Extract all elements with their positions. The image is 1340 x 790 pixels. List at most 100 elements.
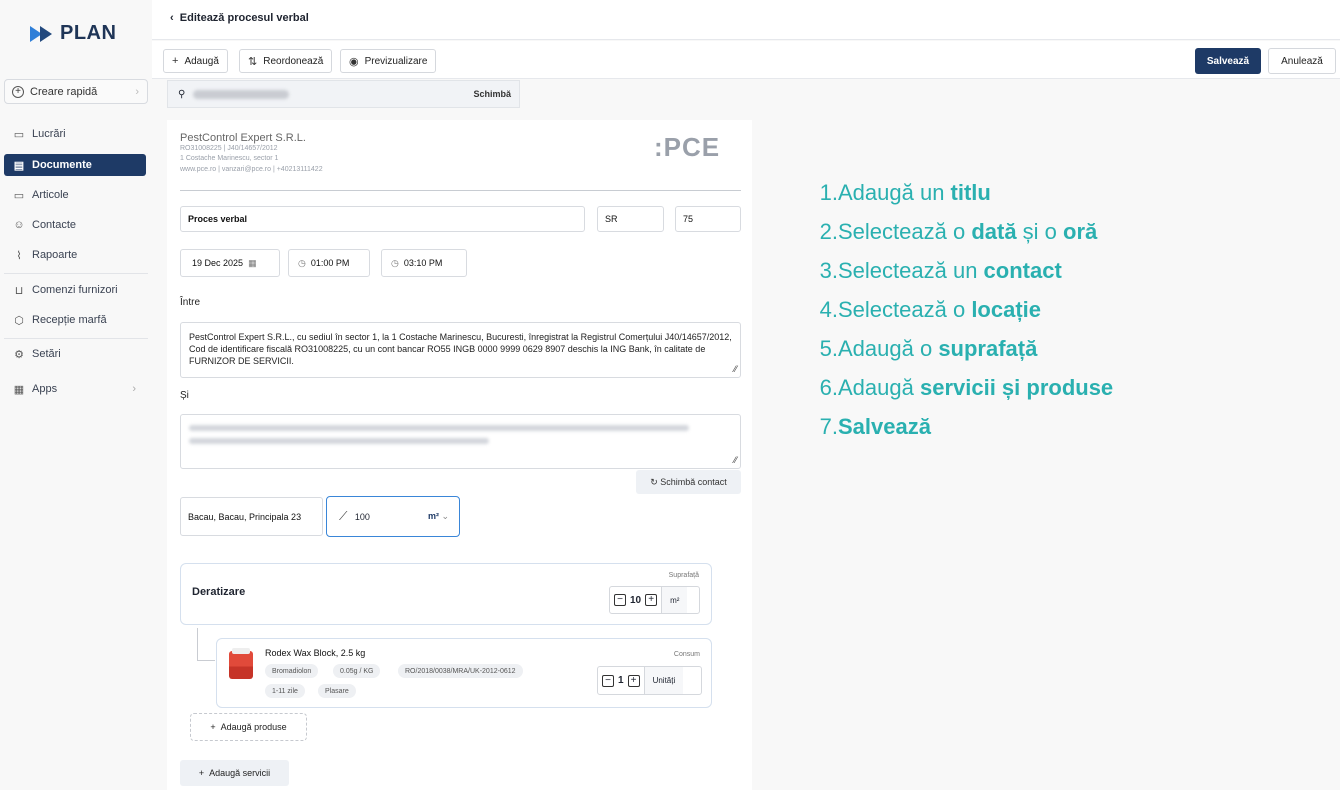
party1-text: PestControl Expert S.R.L., cu sediul în … [189, 332, 732, 366]
grid-icon: ▦ [13, 383, 25, 396]
add-products-label: Adaugă produse [220, 722, 287, 732]
chevron-left-icon: ‹ [170, 12, 174, 24]
sidebar-item-setari[interactable]: ⚙ Setări [4, 343, 146, 365]
product-qty-stepper[interactable]: − 1 + Unități [597, 666, 702, 695]
resize-handle-icon[interactable]: ⁄⁄ [734, 363, 737, 375]
gear-icon: ⚙ [14, 348, 24, 361]
sidebar-item-lucrari[interactable]: ▭ Lucrări [4, 123, 146, 145]
product-image [229, 648, 253, 679]
start-time-value: 01:00 PM [310, 258, 350, 268]
change-contact-label: Schimbă contact [660, 477, 727, 487]
step-number: 3. [819, 258, 838, 283]
sidebar-item-receptie-marfa[interactable]: ⬡ Recepție marfă [4, 309, 146, 331]
step-bold: servicii și produse [919, 375, 1114, 400]
company-registration: RO31008225 | J40/14657/2012 [180, 145, 278, 152]
step-bold: oră [1063, 219, 1098, 244]
sidebar-item-label: Comenzi furnizori [32, 284, 118, 296]
step-text: Adaugă un [838, 180, 951, 205]
sidebar-divider [4, 273, 148, 274]
service-area-unit: m² [661, 587, 688, 613]
clock-icon: ◷ [391, 257, 399, 268]
plus-button[interactable]: + [627, 674, 640, 687]
minus-button[interactable]: − [614, 594, 626, 606]
resize-handle-icon[interactable]: ⁄⁄ [734, 454, 737, 466]
sidebar-item-articole[interactable]: ▭ Articole [4, 184, 146, 206]
product-qty-unit: Unități [643, 667, 684, 694]
title-input[interactable]: Proces verbal [180, 206, 585, 232]
quick-create-label: Creare rapidă [30, 85, 98, 98]
sidebar-item-apps[interactable]: ▦ Apps › [4, 378, 146, 400]
plus-icon: + [210, 722, 216, 732]
sidebar: PLAN + Creare rapidă › ▭ Lucrări ▤ Documen… [0, 0, 152, 790]
preview-label: Previzualizare [364, 55, 428, 67]
step-item: 6.Adaugă servicii și produse [808, 375, 1238, 405]
blurred-contact-name [193, 89, 290, 99]
save-button[interactable]: Salvează [1195, 48, 1261, 74]
add-services-button[interactable]: + Adaugă servicii [180, 760, 289, 786]
minus-button[interactable]: − [602, 674, 614, 687]
start-time-picker[interactable]: ◷ 01:00 PM [288, 249, 370, 277]
divider [180, 190, 741, 191]
step-item: 3.Selectează un contact [808, 258, 1238, 288]
product-chip: Bromadiolon [265, 664, 319, 678]
clock-icon: ◷ [298, 257, 306, 268]
product-chip: RO/2018/0038/MRA/UK-2012-0612 [398, 664, 523, 678]
party2-textarea[interactable]: ⁄⁄ [180, 414, 741, 469]
change-contact-link[interactable]: Schimbă [473, 89, 511, 99]
area-label: Suprafață [668, 572, 699, 579]
step-bold: Salvează [838, 414, 931, 439]
location-select[interactable]: Bacau, Bacau, Principala 23 [180, 497, 323, 536]
tree-connector [197, 660, 215, 661]
add-products-button[interactable]: + Adaugă produse [190, 713, 307, 741]
reorder-label: Reordonează [263, 55, 324, 67]
back-button[interactable]: ‹ Editează procesul verbal [170, 12, 309, 24]
sidebar-item-rapoarte[interactable]: ⌇ Rapoarte [4, 244, 146, 266]
user-icon: ⚲ [178, 88, 186, 100]
step-item: 7.Salvează [808, 414, 1238, 444]
step-item: 1.Adaugă un titlu [808, 180, 1238, 210]
quick-create-button[interactable]: + Creare rapidă › [4, 79, 148, 104]
plus-circle-icon: + [12, 85, 24, 98]
ruler-icon: ⟋ [339, 509, 348, 523]
app-logo[interactable]: PLAN [30, 22, 116, 45]
step-bold: dată [971, 219, 1017, 244]
chevron-right-icon: › [132, 383, 136, 395]
product-card: Rodex Wax Block, 2.5 kg Bromadiolon 0.05… [216, 638, 712, 708]
toolbar: + Adaugă ⇅ Reordonează ◉ Previzualizare Sal… [152, 41, 1340, 79]
plus-button[interactable]: + [645, 594, 658, 606]
consumption-label: Consum [673, 651, 700, 658]
sidebar-item-comenzi-furnizori[interactable]: ⊔ Comenzi furnizori [4, 279, 146, 301]
package-icon: ⬡ [14, 314, 24, 327]
step-number: 1. [819, 180, 838, 205]
page-header: ‹ Editează procesul verbal [152, 0, 1340, 40]
step-bold: suprafață [938, 336, 1038, 361]
date-picker[interactable]: 19 Dec 2025 ▦ [180, 249, 280, 277]
service-area-stepper[interactable]: − 10 + m² [609, 586, 700, 614]
sidebar-item-label: Articole [32, 189, 69, 201]
area-value: 100 [354, 511, 370, 522]
change-contact-button[interactable]: ↻ Schimbă contact [636, 470, 741, 494]
service-area-value: 10 [630, 594, 642, 606]
area-input[interactable]: ⟋ 100 m² ⌄ [326, 496, 460, 537]
step-number: 4. [819, 297, 838, 322]
area-unit-dropdown[interactable]: m² ⌄ [428, 511, 449, 522]
end-time-picker[interactable]: ◷ 03:10 PM [381, 249, 467, 277]
add-button[interactable]: + Adaugă [163, 49, 228, 73]
preview-button[interactable]: ◉ Previzualizare [340, 49, 437, 73]
number-input[interactable]: 75 [675, 206, 741, 232]
step-item: 4.Selectează o locație [808, 297, 1238, 327]
sidebar-item-contacte[interactable]: ☺ Contacte [4, 214, 146, 236]
contact-selector[interactable]: ⚲ Schimbă [167, 80, 520, 108]
step-item: 5.Adaugă o suprafață [808, 336, 1238, 366]
sort-arrows-icon: ⇅ [248, 55, 258, 68]
step-number: 2. [819, 219, 838, 244]
truck-icon: ▭ [13, 128, 25, 141]
product-qty-value: 1 [618, 675, 624, 686]
series-input[interactable]: SR [597, 206, 664, 232]
step-text: Selectează un [838, 258, 984, 283]
plus-icon: + [172, 55, 179, 67]
party1-textarea[interactable]: PestControl Expert S.R.L., cu sediul în … [180, 322, 741, 378]
reorder-button[interactable]: ⇅ Reordonează [239, 49, 333, 73]
cancel-button[interactable]: Anulează [1268, 48, 1336, 74]
sidebar-item-documente[interactable]: ▤ Documente [4, 154, 146, 176]
